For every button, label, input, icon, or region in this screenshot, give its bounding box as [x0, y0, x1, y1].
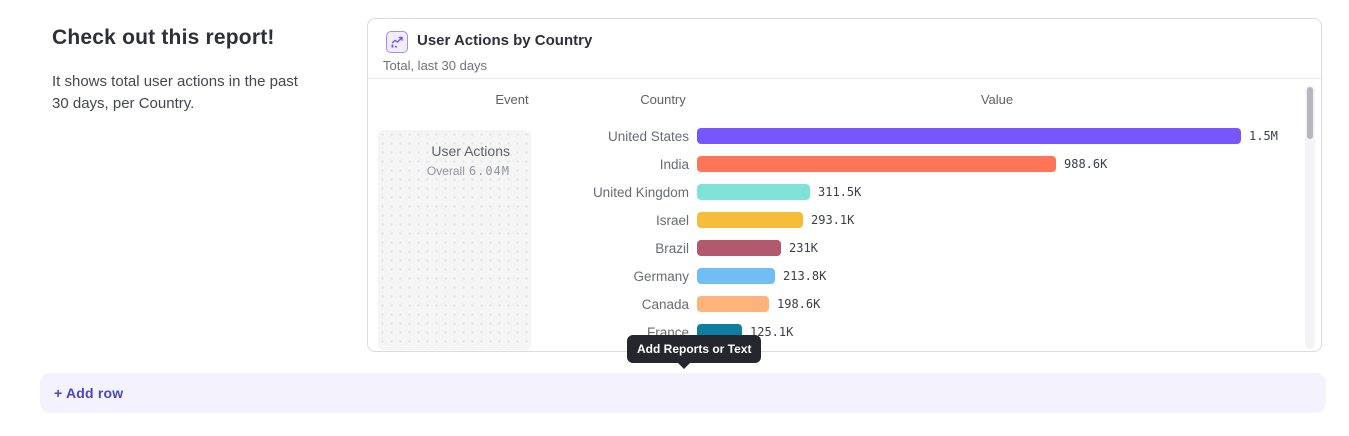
column-header-country: Country [640, 92, 686, 107]
bar-segment[interactable] [697, 296, 769, 312]
chart-row: Brazil 231K [368, 234, 1321, 262]
add-reports-tooltip: Add Reports or Text [627, 335, 761, 363]
intro-block: Check out this report! It shows total us… [52, 26, 302, 115]
value-label: 213.8K [783, 269, 826, 283]
add-reports-tooltip-label: Add Reports or Text [637, 342, 751, 356]
value-label: 988.6K [1064, 157, 1107, 171]
report-card-header: User Actions by Country Total, last 30 d… [368, 19, 1321, 79]
report-subtitle: Total, last 30 days [383, 58, 487, 73]
column-header-event: Event [495, 92, 528, 107]
report-chart-area: Event Country Value User Actions Overall… [368, 80, 1321, 351]
line-chart-icon [386, 31, 408, 53]
bar-segment[interactable] [697, 212, 803, 228]
bar-segment[interactable] [697, 156, 1056, 172]
bar-segment[interactable] [697, 184, 810, 200]
country-label: Germany [368, 269, 689, 284]
value-label: 1.5M [1249, 129, 1278, 143]
chart-scrollbar-track[interactable] [1305, 85, 1315, 349]
page-title: Check out this report! [52, 26, 302, 50]
bar-segment[interactable] [697, 128, 1241, 144]
chart-row: United States 1.5M [368, 122, 1321, 150]
country-label: Canada [368, 297, 689, 312]
country-label: Brazil [368, 241, 689, 256]
value-label: 293.1K [811, 213, 854, 227]
country-label: United Kingdom [368, 185, 689, 200]
bar-segment[interactable] [697, 268, 775, 284]
column-header-value: Value [981, 92, 1013, 107]
value-label: 231K [789, 241, 818, 255]
value-label: 311.5K [818, 185, 861, 199]
chart-row: Israel 293.1K [368, 206, 1321, 234]
chart-row: France125.1K [368, 318, 1321, 346]
page-description: It shows total user actions in the past … [52, 71, 302, 115]
add-row-label: + Add row [54, 385, 123, 401]
country-label: United States [368, 129, 689, 144]
chart-row: United Kingdom 311.5K [368, 178, 1321, 206]
country-label: India [368, 157, 689, 172]
country-label: Israel [368, 213, 689, 228]
chart-scrollbar-thumb[interactable] [1307, 87, 1313, 139]
value-label: 198.6K [777, 297, 820, 311]
chart-row: India 988.6K [368, 150, 1321, 178]
report-title: User Actions by Country [417, 32, 592, 49]
add-row-button[interactable]: + Add row [40, 373, 1326, 413]
report-card[interactable]: User Actions by Country Total, last 30 d… [367, 18, 1322, 352]
chart-row: Germany 213.8K [368, 262, 1321, 290]
bar-segment[interactable] [697, 240, 781, 256]
chart-row: Canada 198.6K [368, 290, 1321, 318]
